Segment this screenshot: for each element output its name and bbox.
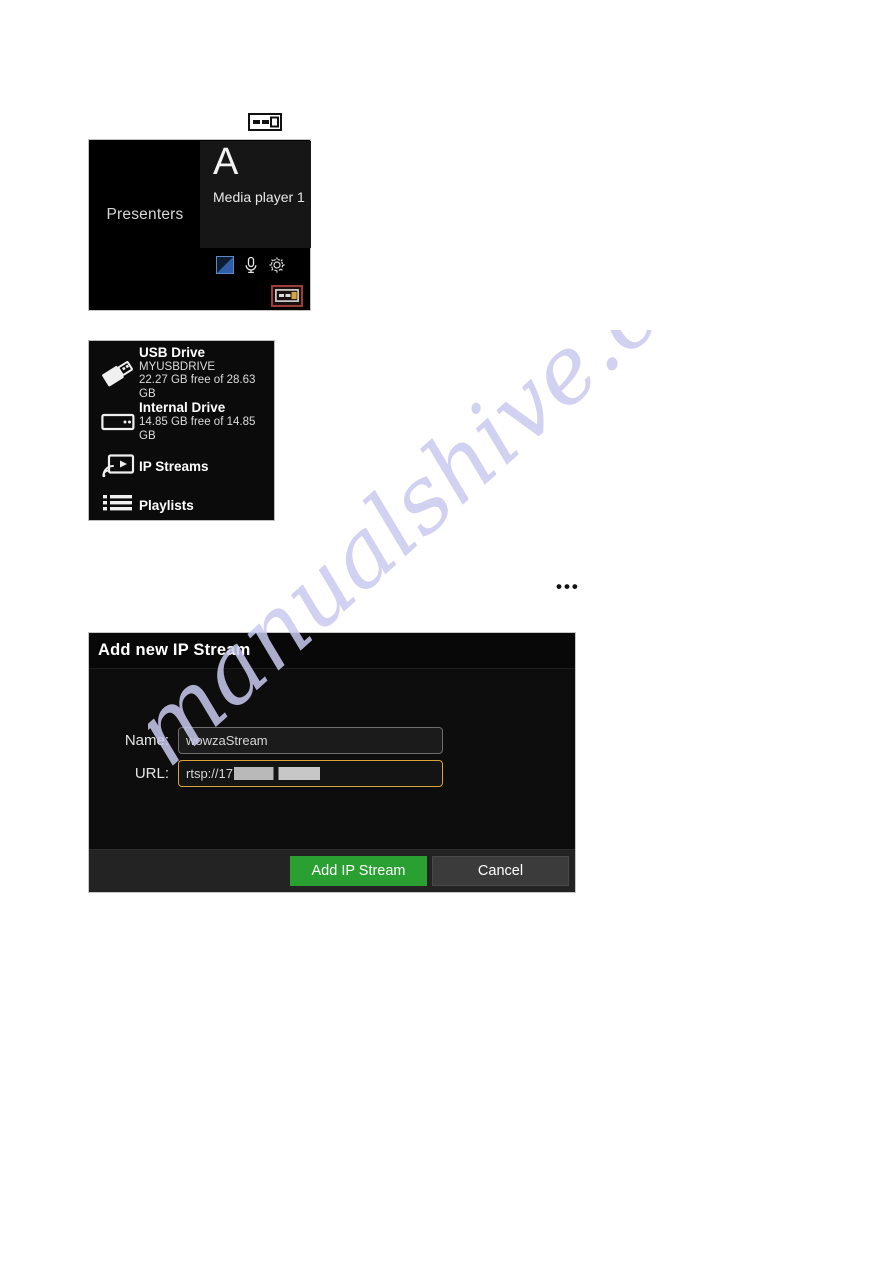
media-player-bottom-bar [200,281,311,310]
source-select-icon [248,113,282,131]
list-item-title: Playlists [139,497,194,513]
list-item-title: Internal Drive [139,400,226,416]
presenters-panel: Presenters A Media player 1 [88,139,311,311]
list-item-text: USB Drive MYUSBDRIVE 22.27 GB free of 28… [139,345,274,402]
internal-drive-icon [97,411,139,433]
media-player-toolbar [200,250,311,280]
name-field-row: Name: wowzaStream [114,727,443,754]
playlists-icon [97,494,139,516]
storage-sources-panel: USB Drive MYUSBDRIVE 22.27 GB free of 28… [88,340,275,521]
media-player-tile[interactable]: A Media player 1 [200,141,311,248]
redaction-block [233,767,320,780]
list-item[interactable]: Internal Drive 14.85 GB free of 14.85 GB [89,400,274,442]
media-player-letter: A [213,141,239,183]
usb-drive-icon [97,357,139,389]
microphone-icon[interactable] [242,256,260,274]
list-item[interactable]: Playlists [89,490,274,520]
url-field-label: URL: [134,765,169,782]
list-item-sub2: 22.27 GB free of 28.63 GB [139,374,256,400]
list-item-sub1: MYUSBDRIVE [139,360,216,373]
dialog-title: Add new IP Stream [98,641,251,659]
document-page: manualshive.com Presenters A Media playe… [0,0,893,1263]
settings-gear-icon[interactable] [268,256,286,274]
add-ip-stream-dialog: Add new IP Stream Name: wowzaStream URL:… [88,632,576,893]
list-item-title: IP Streams [139,458,209,474]
dialog-titlebar: Add new IP Stream [89,633,575,669]
ip-stream-icon [97,453,139,479]
name-input-value: wowzaStream [186,733,268,748]
media-player-name: Media player 1 [213,189,305,205]
dialog-footer: Add IP Stream Cancel [89,849,575,892]
cancel-button[interactable]: Cancel [432,856,569,886]
presenters-label: Presenters [106,206,184,223]
add-ip-stream-button[interactable]: Add IP Stream [290,856,427,886]
name-input[interactable]: wowzaStream [178,727,443,754]
name-field-label: Name: [124,732,169,749]
url-field-row: URL: rtsp://17 [114,760,443,787]
dialog-body: Name: wowzaStream URL: rtsp://17 [89,669,575,849]
url-input-value: rtsp://17 [186,766,233,781]
ellipsis-icon: ••• [556,577,580,596]
list-item-text: Internal Drive 14.85 GB free of 14.85 GB [139,400,274,443]
url-input[interactable]: rtsp://17 [178,760,443,787]
list-item[interactable]: USB Drive MYUSBDRIVE 22.27 GB free of 28… [89,345,274,400]
source-select-button[interactable] [271,284,303,307]
video-source-icon[interactable] [216,256,234,274]
list-item-title: USB Drive [139,344,206,360]
list-item-sub1: 14.85 GB free of 14.85 GB [139,416,256,442]
list-item[interactable]: IP Streams [89,449,274,483]
